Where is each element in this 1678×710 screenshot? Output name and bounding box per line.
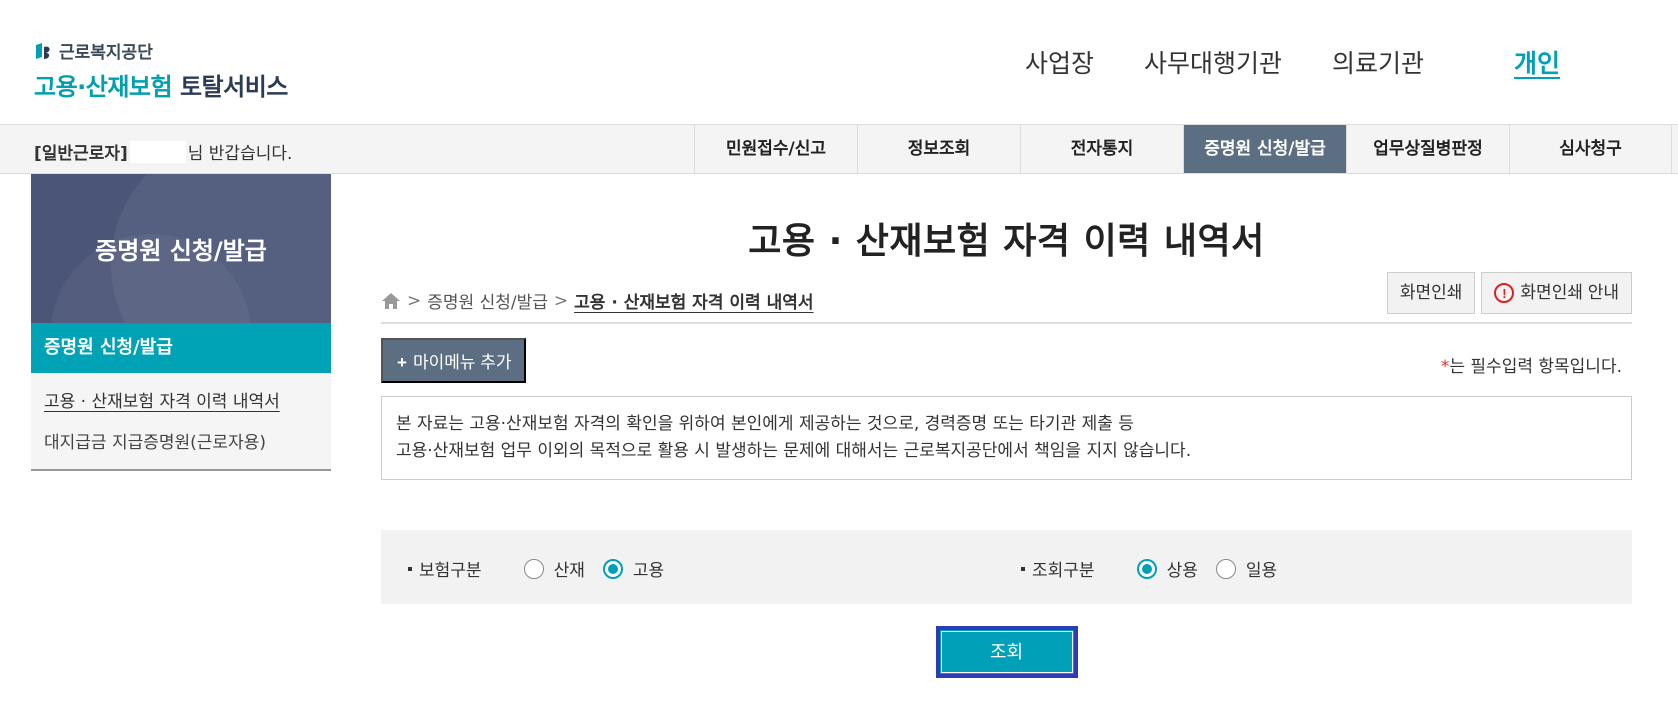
menu-civil-petition[interactable]: 민원접수/신고 [694,125,857,173]
search-conditions: 보험구분 산재 고용 조회구분 상용 일용 [381,530,1632,604]
topnav-agency[interactable]: 사무대행기관 [1144,44,1282,80]
sidebar: 증명원 신청/발급 증명원 신청/발급 고용 · 산재보험 자격 이력 내역서 … [31,174,331,471]
logo-mark-icon [34,41,54,61]
site-logo[interactable]: 근로복지공단 고용·산재보험 토탈서비스 [34,38,288,102]
site-header: 근로복지공단 고용·산재보험 토탈서비스 사업장 사무대행기관 의료기관 개인 [0,0,1678,124]
required-note-text: 는 필수입력 항목입니다. [1449,357,1622,377]
add-mymenu-button[interactable]: + 마이메뉴 추가 [381,338,526,383]
radio-label: 고용 [632,561,665,581]
home-icon[interactable] [381,292,401,310]
bullet-icon [408,566,412,571]
radio-circle-selected[interactable] [602,558,623,579]
print-screen-button[interactable]: 화면인쇄 [1386,272,1476,314]
radio-regular[interactable]: 상용 [1136,556,1198,581]
sidebar-category[interactable]: 증명원 신청/발급 [31,323,331,373]
inquiry-type-text: 조회구분 [1032,561,1095,581]
inquiry-type-label: 조회구분 [1021,556,1095,581]
topnav-workplace[interactable]: 사업장 [1025,44,1094,80]
add-mymenu-label: 마이메뉴 추가 [412,353,512,372]
radio-industrial-accident[interactable]: 산재 [523,556,585,581]
main-content: 고용 · 산재보험 자격 이력 내역서 > 증명원 신청/발급 > 고용 · 산… [381,174,1632,678]
tool-row: + 마이메뉴 추가 *는 필수입력 항목입니다. [381,324,1632,396]
sidebar-banner-title: 증명원 신청/발급 [95,237,267,265]
page-title: 고용 · 산재보험 자격 이력 내역서 [748,221,1265,262]
query-button-wrap: 조회 [381,626,1632,678]
bullet-icon [1021,566,1025,571]
radio-label: 상용 [1166,561,1198,581]
main-menu: 민원접수/신고 정보조회 전자통지 증명원 신청/발급 업무상질병판정 심사청구 [694,125,1672,173]
greeting-suffix: 님 반갑습니다. [187,144,293,164]
print-buttons: 화면인쇄 ! 화면인쇄 안내 [1386,272,1632,314]
breadcrumb-current: 고용 · 산재보험 자격 이력 내역서 [574,293,814,313]
top-navigation: 사업장 사무대행기관 의료기관 개인 [1025,44,1610,80]
sidebar-item-payment-certificate[interactable]: 대지급금 지급증명원(근로자용) [31,420,331,461]
radio-circle[interactable] [523,558,544,579]
breadcrumb-level1[interactable]: 증명원 신청/발급 [427,288,548,313]
radio-label: 산재 [553,561,585,581]
insurance-type-group: 보험구분 산재 고용 [408,556,682,581]
menu-info-inquiry[interactable]: 정보조회 [857,125,1020,173]
notice-line-2: 고용·산재보험 업무 이외의 목적으로 활용 시 발생하는 문제에 대해서는 근… [396,441,1192,461]
menu-e-notice[interactable]: 전자통지 [1020,125,1183,173]
topnav-individual[interactable]: 개인 [1514,44,1560,80]
insurance-type-label: 보험구분 [408,556,482,581]
alert-icon: ! [1494,283,1515,303]
sidebar-banner: 증명원 신청/발급 [31,174,331,323]
print-guide-button[interactable]: ! 화면인쇄 안내 [1481,272,1632,314]
breadcrumb-separator: > [407,290,422,311]
user-type: [일반근로자] [34,144,128,164]
menu-review-request[interactable]: 심사청구 [1509,125,1672,173]
breadcrumb: > 증명원 신청/발급 > 고용 · 산재보험 자격 이력 내역서 [381,288,814,313]
radio-circle-selected[interactable] [1136,558,1157,579]
insurance-type-text: 보험구분 [419,561,482,581]
breadcrumb-separator: > [553,290,569,311]
sidebar-list: 고용 · 산재보험 자격 이력 내역서 대지급금 지급증명원(근로자용) [31,373,331,471]
radio-label: 일용 [1245,561,1278,581]
radio-employment[interactable]: 고용 [602,556,665,581]
print-screen-label: 화면인쇄 [1399,283,1463,302]
menu-certificate[interactable]: 증명원 신청/발급 [1183,125,1346,173]
query-button[interactable]: 조회 [935,626,1078,678]
inquiry-type-group: 조회구분 상용 일용 [1021,556,1295,581]
global-navigation-bar: [일반근로자] 님 반갑습니다. 민원접수/신고 정보조회 전자통지 증명원 신… [0,124,1678,174]
logo-service-part2: 토탈서비스 [179,73,288,101]
user-name-masked [129,140,186,163]
logo-org-name: 근로복지공단 [59,43,153,63]
breadcrumb-row: > 증명원 신청/발급 > 고용 · 산재보험 자격 이력 내역서 화면인쇄 !… [381,268,1632,324]
sidebar-item-qualification-history[interactable]: 고용 · 산재보험 자격 이력 내역서 [31,379,331,420]
radio-circle[interactable] [1215,558,1236,579]
print-guide-label: 화면인쇄 안내 [1520,283,1619,302]
plus-icon: + [397,353,407,372]
menu-occupational-disease[interactable]: 업무상질병판정 [1346,125,1509,173]
notice-line-1: 본 자료는 고용·산재보험 자격의 확인을 위하여 본인에게 제공하는 것으로,… [396,414,1134,434]
user-greeting: [일반근로자] 님 반갑습니다. [34,139,292,164]
logo-service-part1: 고용·산재보험 [34,73,173,101]
radio-daily[interactable]: 일용 [1215,556,1278,581]
topnav-medical[interactable]: 의료기관 [1332,44,1424,80]
required-note: *는 필수입력 항목입니다. [1441,352,1622,377]
notice-box: 본 자료는 고용·산재보험 자격의 확인을 위하여 본인에게 제공하는 것으로,… [381,396,1632,480]
